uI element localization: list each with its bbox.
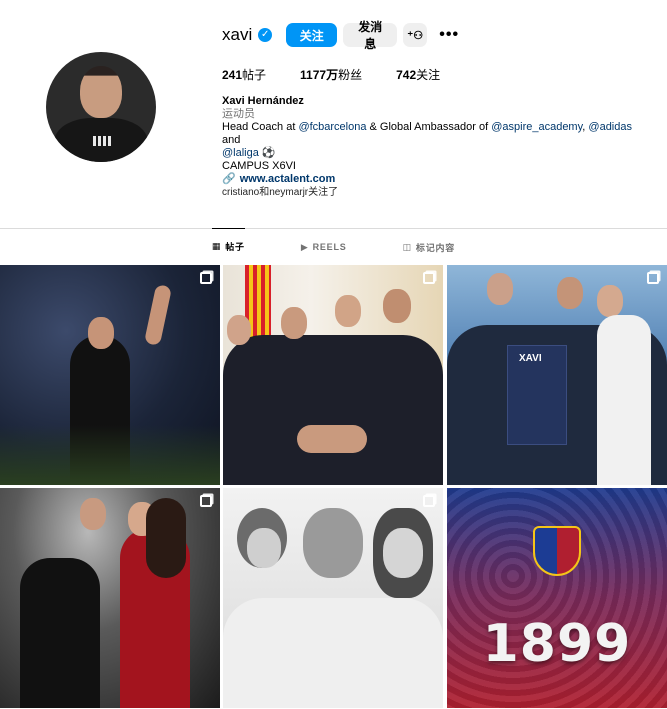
jersey-text: XAVI bbox=[519, 353, 542, 364]
reels-icon: ▶ bbox=[300, 241, 309, 252]
campus-text: CAMPUS X6VI bbox=[222, 160, 296, 172]
post-thumbnail[interactable]: 1899 bbox=[447, 488, 667, 708]
post-thumbnail[interactable] bbox=[0, 265, 220, 485]
multiple-photos-icon bbox=[200, 272, 212, 284]
multiple-photos-icon bbox=[423, 272, 435, 284]
avatar-face bbox=[80, 66, 122, 118]
grid-icon: ▦ bbox=[211, 241, 222, 251]
post-thumbnail[interactable] bbox=[223, 265, 443, 485]
follow-button[interactable]: 关注 bbox=[286, 23, 338, 47]
founding-year-text: 1899 bbox=[482, 614, 632, 674]
message-button[interactable]: 发消息 bbox=[343, 20, 398, 51]
category-label: 运动员 bbox=[222, 108, 255, 120]
tab-tagged[interactable]: ◫ 标记内容 bbox=[403, 229, 456, 265]
followed-by-text[interactable]: cristiano和neymarjr关注了 bbox=[222, 183, 338, 198]
profile-stats: 241帖子 1177万粉丝 742关注 bbox=[222, 66, 474, 83]
suggested-users-button[interactable]: ⁺⚇ bbox=[403, 23, 428, 47]
post-thumbnail[interactable] bbox=[0, 488, 220, 708]
profile-avatar[interactable] bbox=[46, 52, 156, 162]
posts-count: 241帖子 bbox=[222, 68, 267, 82]
tag-fcbarcelona[interactable]: @fcbarcelona bbox=[298, 121, 366, 133]
followers-count[interactable]: 1177万粉丝 bbox=[300, 66, 362, 83]
more-options-icon[interactable]: ••• bbox=[439, 26, 459, 44]
full-name: Xavi Hernández bbox=[222, 95, 304, 107]
multiple-photos-icon bbox=[200, 495, 212, 507]
following-count[interactable]: 742关注 bbox=[396, 66, 440, 83]
post-thumbnail[interactable]: XAVI bbox=[447, 265, 667, 485]
soccer-ball-icon: ⚽ bbox=[258, 147, 276, 159]
username: xavi bbox=[222, 25, 253, 44]
multiple-photos-icon bbox=[647, 272, 659, 284]
tag-laliga[interactable]: @laliga bbox=[222, 147, 259, 159]
tagged-icon: ◫ bbox=[402, 241, 412, 252]
post-thumbnail[interactable] bbox=[223, 488, 443, 708]
verified-badge-icon: ✓ bbox=[258, 28, 273, 42]
tag-adidas[interactable]: @adidas bbox=[588, 121, 632, 133]
add-user-icon: ⁺⚇ bbox=[407, 29, 424, 42]
avatar-shirt-logo bbox=[93, 136, 111, 146]
tab-posts[interactable]: ▦ 帖子 bbox=[211, 228, 245, 264]
multiple-photos-icon bbox=[423, 495, 435, 507]
profile-bio: Xavi Hernández 运动员 Head Coach at @fcbarc… bbox=[222, 95, 652, 186]
profile-header-row: xavi ✓ 关注 发消息 ⁺⚇ ••• bbox=[222, 20, 459, 51]
tab-reels[interactable]: ▶ REELS bbox=[301, 229, 347, 265]
bio-text: Head Coach at @fcbarcelona & Global Amba… bbox=[222, 121, 632, 159]
tag-aspire-academy[interactable]: @aspire_academy bbox=[491, 121, 582, 133]
profile-tabs: ▦ 帖子 ▶ REELS ◫ 标记内容 bbox=[0, 228, 667, 265]
